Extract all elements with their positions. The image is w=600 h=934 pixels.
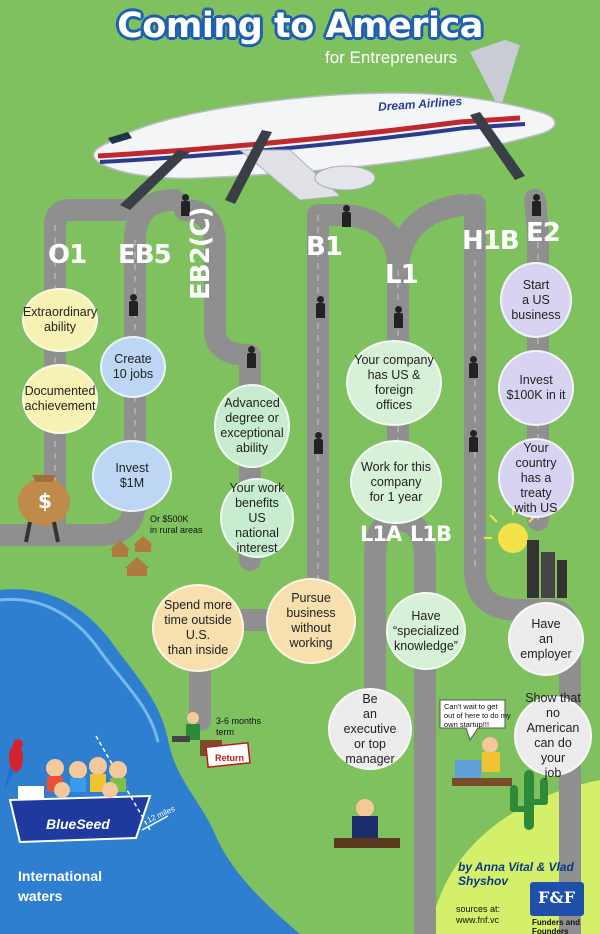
infographic: $ Coming to America for Entrepreneurs Dr…: [0, 0, 600, 934]
bubble-no-american: Show that no American can do your job: [514, 691, 592, 780]
bubble-company-offices: Your company has US & foreign offices: [346, 340, 442, 426]
person-icon: [468, 430, 478, 452]
visa-label-o1: O1: [48, 240, 87, 270]
speech-bubble-startup: Can't wait to get out of here to do my o…: [444, 702, 511, 729]
bubble-treaty: Your country has a treaty with US: [498, 438, 574, 518]
note-term: 3-6 months term: [216, 716, 262, 737]
international-waters-label: International waters: [18, 868, 103, 904]
return-ticket-label: Return: [215, 753, 244, 763]
bubble-pursue-business: Pursue business without working: [266, 578, 356, 664]
person-icon: [531, 194, 541, 216]
bubble-executive: Be an executive or top manager: [328, 688, 412, 770]
svg-text:$: $: [38, 489, 52, 513]
visa-label-eb2c: EB2(C): [186, 207, 216, 300]
bubble-work-for-company: Work for this company for 1 year: [350, 440, 442, 524]
bubble-benefits-us: Your work benefits US national interest: [220, 478, 294, 558]
person-icon: [246, 346, 256, 368]
businessman: [334, 799, 400, 848]
bubble-spend-more-time: Spend more time outside U.S. than inside: [152, 584, 244, 672]
ff-logo: F&F: [538, 888, 576, 907]
visa-label-e2: E2: [526, 218, 561, 248]
blueseed-label: BlueSeed: [46, 816, 110, 832]
person-icon: [468, 356, 478, 378]
bubble-start-us-business: Start a US business: [500, 262, 572, 338]
person-icon: [341, 205, 351, 227]
note-rural-areas: Or $500K in rural areas: [150, 514, 203, 535]
visa-label-eb5: EB5: [118, 240, 172, 270]
visa-label-l1b: L1B: [410, 522, 452, 546]
bubble-documented-achievement: Documented achievement: [22, 364, 98, 434]
bubble-have-employer: Have an employer: [508, 602, 584, 676]
person-icon: [315, 296, 325, 318]
person-icon: [128, 294, 138, 316]
ff-name: Funders and Founders: [532, 918, 581, 934]
bubble-create-jobs: Create 10 jobs: [100, 336, 166, 398]
bubble-invest-100k: Invest $100K in it: [498, 350, 574, 426]
visa-label-b1: B1: [306, 232, 343, 262]
sun-and-buildings: [484, 505, 567, 598]
person-icon: [393, 306, 403, 328]
page-title: Coming to America: [117, 6, 483, 46]
bubble-advanced-degree: Advanced degree or exceptional ability: [214, 384, 290, 468]
byline: by Anna Vital & Vlad Shyshov: [458, 860, 574, 888]
page-subtitle: for Entrepreneurs: [325, 48, 458, 67]
bubble-specialized-knowledge: Have “specialized knowledge”: [386, 592, 466, 670]
visa-label-h1b: H1B: [462, 226, 520, 256]
person-icon: [313, 432, 323, 454]
bubble-invest-1m: Invest $1M: [92, 440, 172, 512]
bubble-extraordinary-ability: Extraordinary ability: [22, 288, 98, 352]
visa-label-l1: L1: [385, 260, 419, 290]
sources-link[interactable]: sources at: www.fnf.vc: [456, 904, 500, 926]
road-b1: [307, 204, 356, 596]
visa-label-l1a: L1A: [360, 522, 402, 546]
